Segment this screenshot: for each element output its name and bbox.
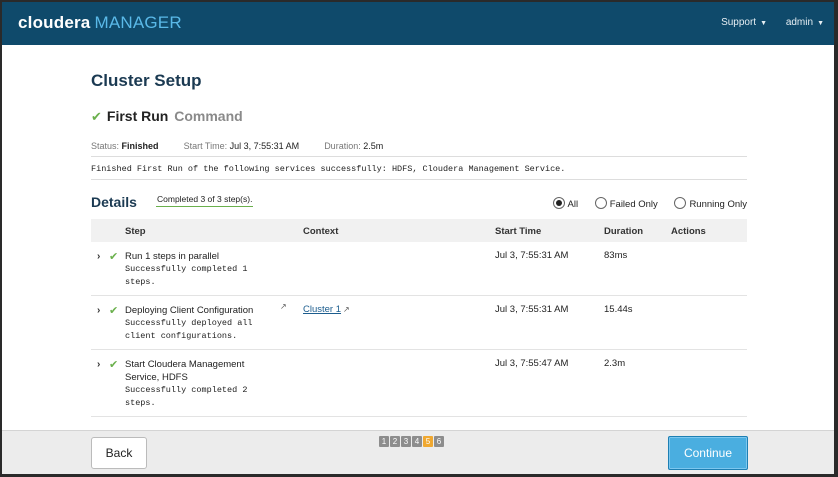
page-title: Cluster Setup xyxy=(91,71,202,90)
command-title-strong: First Run xyxy=(106,108,169,124)
wizard-step[interactable]: 6 xyxy=(434,436,444,447)
command-title: ✔ First Run Command xyxy=(91,108,243,125)
top-nav: Support ▼ admin ▼ xyxy=(705,17,824,28)
command-title-muted: Command xyxy=(174,108,243,124)
wizard-step[interactable]: 3 xyxy=(401,436,411,447)
chevron-down-icon: ▼ xyxy=(817,20,824,27)
top-navbar: cloudera MANAGER Support ▼ admin ▼ xyxy=(2,2,834,45)
table-row: › ✔ Start Cloudera Management Service, H… xyxy=(91,350,747,417)
check-icon: ✔ xyxy=(109,251,119,263)
chevron-down-icon: ▼ xyxy=(760,20,768,27)
wizard-footer: Back 123456 Continue xyxy=(2,430,834,474)
step-duration: 83ms xyxy=(604,250,628,261)
filter-running-label: Running Only xyxy=(689,199,747,210)
command-status-row: Status: Finished Start Time: Jul 3, 7:55… xyxy=(91,141,747,151)
chevron-right-icon[interactable]: › xyxy=(97,251,100,262)
completed-badge: Completed 3 of 3 step(s). xyxy=(156,194,254,207)
step-duration: 2.3m xyxy=(604,358,626,369)
status-value: Finished xyxy=(121,141,159,151)
context-cell: Cluster 1 ↗ xyxy=(303,304,350,315)
col-context: Context xyxy=(303,226,339,237)
step-cell: Start Cloudera Management Service, HDFS … xyxy=(125,358,265,410)
col-duration: Duration xyxy=(604,226,644,237)
wizard-step[interactable]: 1 xyxy=(379,436,389,447)
chevron-right-icon[interactable]: › xyxy=(97,359,100,370)
duration-value: 2.5m xyxy=(363,141,384,151)
col-step: Step xyxy=(125,226,146,237)
divider xyxy=(91,156,747,157)
check-icon: ✔ xyxy=(109,305,119,317)
divider xyxy=(91,179,747,180)
filter-radio-group: All Failed Only Running Only xyxy=(539,197,747,210)
step-duration: 15.44s xyxy=(604,304,633,315)
user-menu[interactable]: admin ▼ xyxy=(786,17,824,28)
col-actions: Actions xyxy=(671,226,706,237)
step-subtitle: Successfully deployed all client configu… xyxy=(125,318,253,341)
table-header: Step Context Start Time Duration Actions xyxy=(91,219,747,242)
result-message: Finished First Run of the following serv… xyxy=(91,164,566,174)
logo[interactable]: cloudera MANAGER xyxy=(18,13,182,33)
logo-brand: cloudera xyxy=(18,13,91,32)
step-start-time: Jul 3, 7:55:31 AM xyxy=(495,250,569,261)
step-start-time: Jul 3, 7:55:31 AM xyxy=(495,304,569,315)
steps-table: Step Context Start Time Duration Actions… xyxy=(91,219,747,417)
continue-button[interactable]: Continue xyxy=(668,436,748,470)
cluster-link[interactable]: Cluster 1 xyxy=(303,304,341,315)
check-icon: ✔ xyxy=(91,109,102,124)
start-time-label: Start Time: xyxy=(183,141,228,151)
step-cell: Run 1 steps in parallel Successfully com… xyxy=(125,250,265,289)
status-label: Status: xyxy=(91,141,120,151)
wizard-step-indicator: 123456 xyxy=(379,436,445,447)
support-label: Support xyxy=(721,17,757,28)
external-link-icon[interactable]: ↗ xyxy=(280,302,287,311)
browser-frame: cloudera MANAGER Support ▼ admin ▼ Cluster … xyxy=(2,2,834,474)
step-title: Start Cloudera Management Service, HDFS xyxy=(125,359,245,383)
filter-failed-radio[interactable]: Failed Only xyxy=(594,197,658,210)
col-start-time: Start Time xyxy=(495,226,542,237)
radio-icon[interactable] xyxy=(674,197,687,209)
step-title: Deploying Client Configuration xyxy=(125,305,254,316)
step-subtitle: Successfully completed 1 steps. xyxy=(125,264,248,287)
details-title: Details xyxy=(91,194,137,210)
check-icon: ✔ xyxy=(109,359,119,371)
wizard-step[interactable]: 4 xyxy=(412,436,422,447)
external-link-icon[interactable]: ↗ xyxy=(343,305,350,314)
step-cell: Deploying Client Configuration Successfu… xyxy=(125,304,265,343)
filter-running-radio[interactable]: Running Only xyxy=(674,197,747,210)
wizard-step-current[interactable]: 5 xyxy=(423,436,433,447)
step-subtitle: Successfully completed 2 steps. xyxy=(125,385,248,408)
radio-selected-icon[interactable] xyxy=(552,197,565,209)
start-time-value: Jul 3, 7:55:31 AM xyxy=(229,141,300,151)
chevron-right-icon[interactable]: › xyxy=(97,305,100,316)
table-row: › ✔ Run 1 steps in parallel Successfully… xyxy=(91,242,747,296)
user-label: admin xyxy=(785,17,814,28)
wizard-step[interactable]: 2 xyxy=(390,436,400,447)
support-menu[interactable]: Support ▼ xyxy=(721,17,767,28)
step-title: Run 1 steps in parallel xyxy=(125,251,219,262)
table-row: › ✔ Deploying Client Configuration Succe… xyxy=(91,296,747,350)
logo-product: MANAGER xyxy=(94,13,182,32)
step-start-time: Jul 3, 7:55:47 AM xyxy=(495,358,569,369)
filter-all-radio[interactable]: All xyxy=(552,197,579,210)
filter-all-label: All xyxy=(567,199,579,210)
back-button[interactable]: Back xyxy=(91,437,147,469)
duration-label: Duration: xyxy=(324,141,361,151)
filter-failed-label: Failed Only xyxy=(609,199,658,210)
radio-icon[interactable] xyxy=(594,197,607,209)
